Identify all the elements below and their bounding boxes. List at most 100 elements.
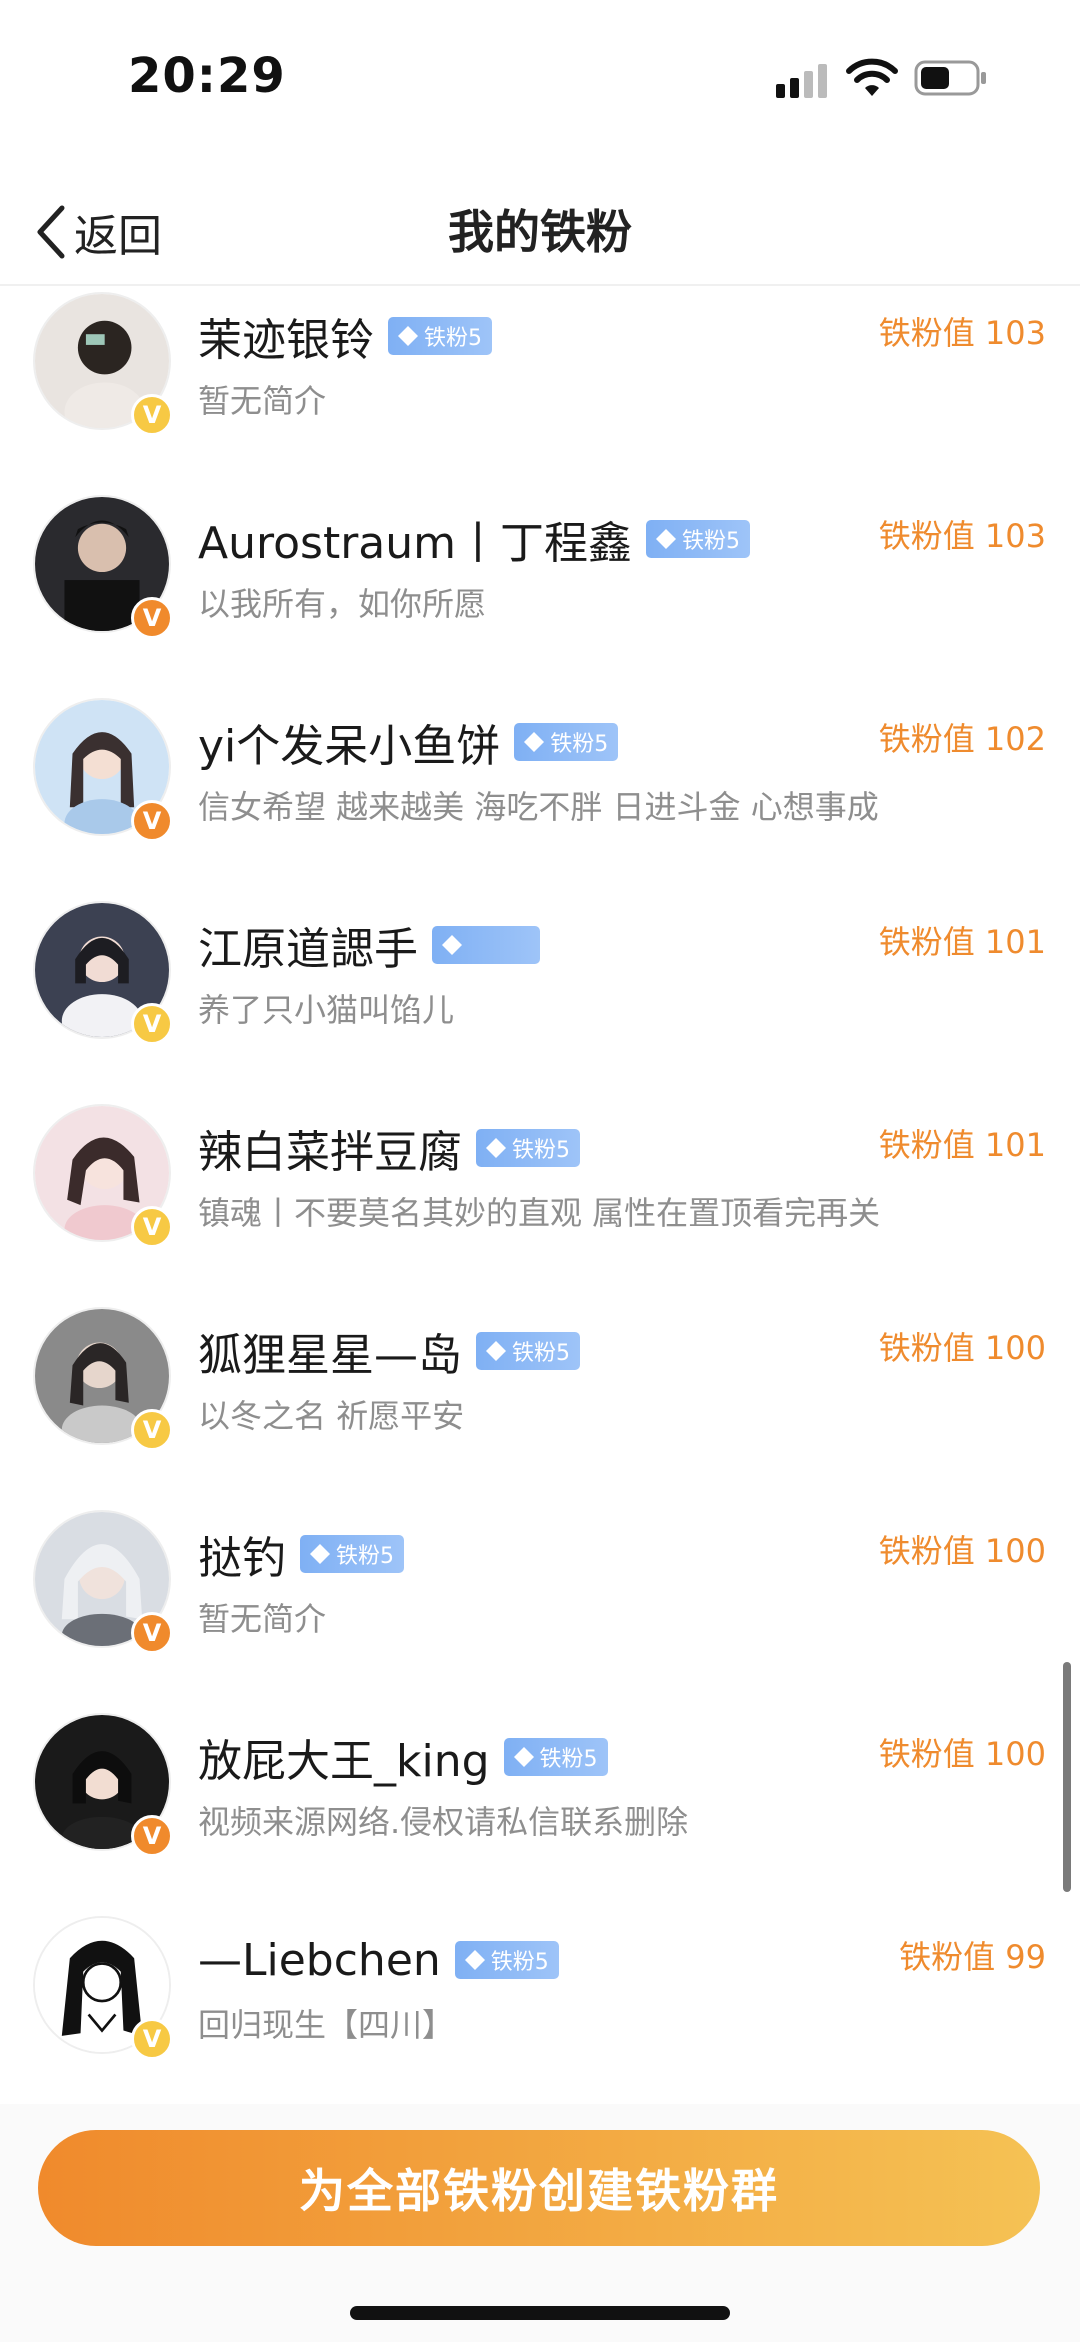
fan-list-item[interactable]: V 挞钓 铁粉5 暂无简介 铁粉值 100 [0,1504,1080,1707]
fan-list-item[interactable]: V 狐狸星星—岛 铁粉5 以冬之名 祈愿平安 铁粉值 100 [0,1301,1080,1504]
fan-value: 铁粉值 99 [899,1938,1046,1976]
verified-icon: V [131,1612,173,1654]
wifi-icon [846,58,898,96]
fan-list-item[interactable]: V 茉迹银铃 铁粉5 暂无简介 铁粉值 103 [0,286,1080,489]
fan-level-badge: 铁粉5 [514,723,619,761]
fan-name: 江原道諰手 [198,924,418,975]
fan-level-text: 铁粉5 [550,732,609,757]
fan-level-text: 铁粉5 [336,1544,394,1569]
verified-icon: V [131,2018,173,2060]
fan-bio: 以我所有，如你所愿 [198,585,487,623]
fan-bio: 暂无简介 [198,382,327,420]
diamond-icon [442,935,462,955]
name-row: 狐狸星星—岛 铁粉5 [198,1321,580,1381]
fan-value: 铁粉值 101 [878,923,1046,961]
fan-level-badge: 铁粉5 [300,1535,404,1573]
fan-name: yi个发呆小鱼饼 [198,721,501,772]
name-row: 辣白菜拌豆腐 铁粉5 [198,1118,580,1178]
fan-level-text: 铁粉5 [682,529,741,554]
fan-level-text: 铁粉5 [512,1138,570,1163]
fan-bio: 暂无简介 [198,1600,327,1638]
back-label: 返回 [74,211,162,262]
avatar-wrap: V [33,292,173,436]
name-row: 挞钓 铁粉5 [198,1524,404,1584]
fan-value: 铁粉值 103 [878,314,1046,352]
back-button[interactable]: 返回 [34,198,162,266]
fan-level-text: 铁粉5 [539,1747,598,1772]
create-fan-group-button[interactable]: 为全部铁粉创建铁粉群 [38,2130,1040,2246]
name-row: yi个发呆小鱼饼 铁粉5 [198,712,619,772]
avatar-wrap: V [33,1510,173,1654]
fan-name: Aurostraum丨丁程鑫 [198,518,633,569]
fan-value: 铁粉值 101 [878,1126,1046,1164]
fan-value: 铁粉值 100 [878,1532,1046,1570]
name-row: Aurostraum丨丁程鑫 铁粉5 [198,509,751,569]
fan-bio: 镇魂丨不要莫名其妙的直观 属性在置顶看完再关 [198,1194,881,1232]
diamond-icon [656,529,677,549]
fan-level-text: 铁粉5 [424,326,482,351]
name-row: 茉迹银铃 铁粉5 [198,306,492,366]
avatar-wrap: V [33,1713,173,1857]
fan-name: —Liebchen [198,1934,441,1986]
fan-bio: 以冬之名 祈愿平安 [198,1397,465,1435]
name-row: 放屁大王_king 铁粉5 [198,1727,608,1787]
fan-level-badge: 铁粉5 [476,1332,580,1370]
home-indicator[interactable] [350,2306,730,2320]
verified-icon: V [131,800,173,842]
fan-list-item[interactable]: V Aurostraum丨丁程鑫 铁粉5 以我所有，如你所愿 铁粉值 103 [0,489,1080,692]
fan-level-badge: 铁粉5 [503,1738,608,1776]
avatar-wrap: V [33,1916,173,2060]
avatar-wrap: V [33,495,173,639]
create-fan-group-label: 为全部铁粉创建铁粉群 [299,2164,779,2218]
fan-level-text: 铁粉5 [512,1341,570,1366]
diamond-icon [486,1341,506,1361]
name-row: —Liebchen 铁粉5 [198,1930,559,1990]
diamond-icon [513,1747,534,1767]
fan-bio: 回归现生【四川】 [198,2006,455,2044]
verified-icon: V [131,597,173,639]
verified-icon: V [131,1206,173,1248]
fan-list-item[interactable]: V —Liebchen 铁粉5 回归现生【四川】 铁粉值 99 [0,1910,1080,2113]
fan-level-badge: 铁粉5 [476,1129,580,1167]
fan-value: 铁粉值 103 [878,517,1046,555]
nav-bar: 我的铁粉 返回 [0,180,1080,286]
fan-bio: 视频来源网络.侵权请私信联系删除 [198,1803,689,1841]
verified-icon: V [131,1003,173,1045]
fan-list-item[interactable]: V yi个发呆小鱼饼 铁粉5 信女希望 越来越美 海吃不胖 日进斗金 心想事成 … [0,692,1080,895]
avatar-wrap: V [33,1307,173,1451]
fan-list-item[interactable]: V 辣白菜拌豆腐 铁粉5 镇魂丨不要莫名其妙的直观 属性在置顶看完再关 铁粉值 … [0,1098,1080,1301]
fan-level-badge: 铁粉5 [454,1941,559,1979]
name-row: 江原道諰手 [198,915,540,975]
fan-level-badge [432,926,540,964]
fan-level-badge: 铁粉5 [646,520,751,558]
verified-icon: V [131,1815,173,1857]
status-time: 20:29 [128,48,286,104]
fan-name: 狐狸星星—岛 [198,1330,462,1381]
fan-level-badge: 铁粉5 [388,317,492,355]
bottom-bar: 为全部铁粉创建铁粉群 [0,2104,1080,2342]
signal-icon [776,64,827,98]
verified-icon: V [131,1409,173,1451]
page-title: 我的铁粉 [448,205,632,259]
fan-name: 辣白菜拌豆腐 [198,1127,462,1178]
diamond-icon [310,1544,330,1564]
avatar-wrap: V [33,901,173,1045]
scrollbar[interactable] [1063,1662,1071,1892]
fan-list-item[interactable]: V 放屁大王_king 铁粉5 视频来源网络.侵权请私信联系删除 铁粉值 100 [0,1707,1080,1910]
fan-name: 茉迹银铃 [198,315,374,366]
fan-bio: 养了只小猫叫馅儿 [198,991,455,1029]
chevron-left-icon [37,205,65,259]
diamond-icon [398,326,418,346]
verified-icon: V [131,394,173,436]
diamond-icon [486,1138,506,1158]
fan-value: 铁粉值 100 [878,1735,1046,1773]
fan-list-item[interactable]: V 江原道諰手 养了只小猫叫馅儿 铁粉值 101 [0,895,1080,1098]
fan-value: 铁粉值 100 [878,1329,1046,1367]
avatar-wrap: V [33,698,173,842]
avatar-wrap: V [33,1104,173,1248]
battery-icon [914,60,986,96]
fan-level-text: 铁粉5 [490,1950,549,1975]
fan-bio: 信女希望 越来越美 海吃不胖 日进斗金 心想事成 [198,788,879,826]
fan-name: 放屁大王_king [198,1736,490,1787]
fan-list: V 茉迹银铃 铁粉5 暂无简介 铁粉值 103 V Aurostraum丨丁程鑫… [0,286,1080,2113]
